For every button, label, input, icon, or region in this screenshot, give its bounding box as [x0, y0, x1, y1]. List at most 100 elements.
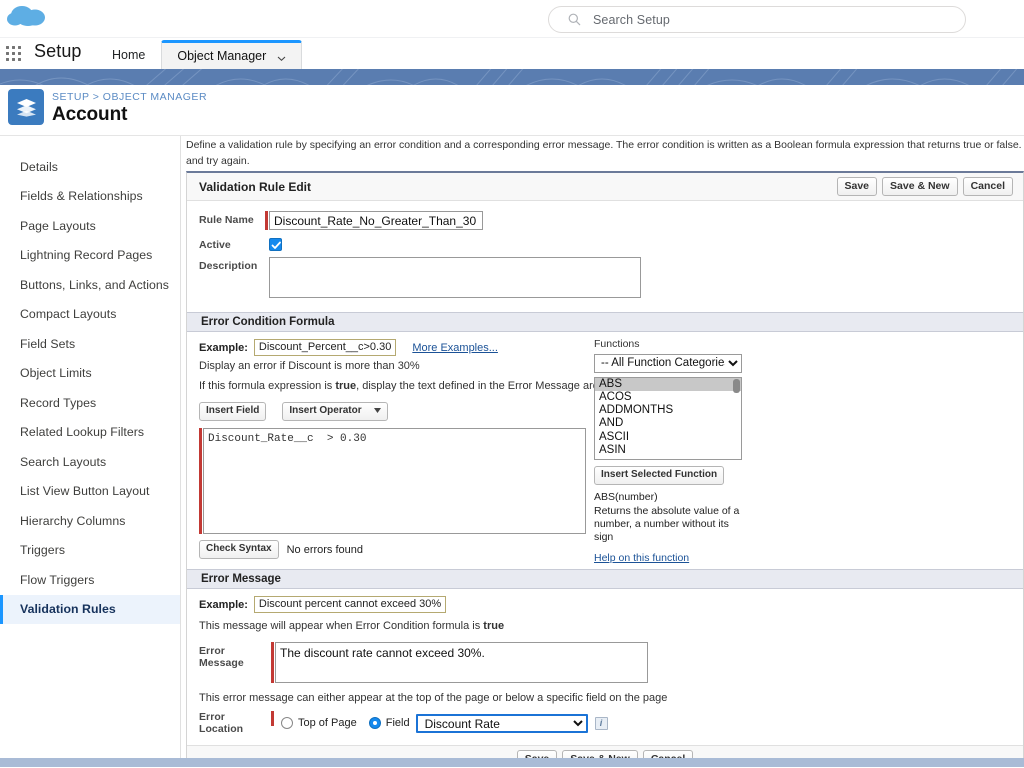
function-option-ascii[interactable]: ASCII — [595, 431, 741, 444]
sidebar-item-label: Field Sets — [20, 336, 76, 351]
required-indicator — [265, 211, 268, 230]
sidebar-item-field-sets[interactable]: Field Sets — [0, 329, 180, 359]
sidebar-item-label: Buttons, Links, and Actions — [20, 277, 170, 292]
radio-field[interactable] — [368, 717, 381, 729]
insert-operator-button[interactable]: Insert Operator — [282, 402, 388, 421]
radio-field-label[interactable]: Field — [386, 717, 410, 729]
sidebar-item-hierarchy-columns[interactable]: Hierarchy Columns — [0, 506, 180, 536]
radio-top-of-page[interactable] — [281, 717, 293, 729]
app-launcher-waffle-icon[interactable] — [6, 46, 24, 62]
sidebar-item-label: Record Types — [20, 395, 97, 410]
formula-textarea[interactable]: Discount_Rate__c > 0.30 — [203, 428, 586, 534]
sidebar-item-label: Validation Rules — [20, 602, 116, 617]
decorative-blue-banner — [0, 69, 1024, 85]
sidebar-item-label: Search Layouts — [20, 454, 107, 469]
sidebar-item-details[interactable]: Details — [0, 152, 180, 182]
help-on-this-function-link[interactable]: Help on this function — [594, 552, 689, 564]
body-container: Details Fields & Relationships Page Layo… — [0, 136, 1024, 767]
sidebar-item-label: Flow Triggers — [20, 572, 95, 587]
function-category-select[interactable]: -- All Function Categories -- — [594, 353, 742, 373]
setup-nav-bar: Setup Home Object Manager — [0, 38, 1024, 69]
intro-line-2: and try again. — [186, 155, 250, 167]
object-header: SETUP > OBJECT MANAGER Account — [0, 85, 1024, 136]
sidebar-item-flow-triggers[interactable]: Flow Triggers — [0, 565, 180, 595]
error-condition-section-title: Error Condition Formula — [201, 316, 335, 328]
panel-header-actions: Save Save & New Cancel — [836, 177, 1013, 196]
active-checkbox[interactable] — [269, 238, 282, 251]
insert-field-button[interactable]: Insert Field — [199, 402, 267, 421]
object-sidebar-nav: Details Fields & Relationships Page Layo… — [0, 136, 181, 767]
sidebar-item-triggers[interactable]: Triggers — [0, 536, 180, 566]
formula-true-note-bold: true — [335, 380, 357, 392]
function-option-addmonths[interactable]: ADDMONTHS — [595, 404, 741, 417]
sidebar-item-label: List View Button Layout — [20, 484, 150, 499]
radio-top-of-page-label[interactable]: Top of Page — [298, 717, 357, 729]
error-message-textarea[interactable]: The discount rate cannot exceed 30%. — [275, 642, 648, 683]
sidebar-item-record-types[interactable]: Record Types — [0, 388, 180, 418]
caret-down-icon — [373, 405, 381, 417]
sidebar-item-label: Triggers — [20, 543, 66, 558]
intro-line-1: Define a validation rule by specifying a… — [186, 139, 1024, 151]
error-location-label: Error Location — [199, 711, 244, 735]
functions-panel: Functions -- All Function Categories -- … — [594, 338, 764, 566]
sidebar-item-compact-layouts[interactable]: Compact Layouts — [0, 300, 180, 330]
functions-label: Functions — [594, 338, 640, 350]
description-textarea[interactable] — [269, 257, 641, 298]
save-button[interactable]: Save — [836, 177, 878, 196]
error-message-example-row: Example: Discount percent cannot exceed … — [187, 596, 1023, 613]
rule-name-input[interactable] — [269, 211, 483, 230]
panel-title: Validation Rule Edit — [199, 179, 312, 194]
active-label: Active — [199, 239, 231, 251]
salesforce-cloud-logo[interactable] — [6, 2, 58, 34]
more-examples-link[interactable]: More Examples... — [412, 342, 498, 354]
rule-name-row: Rule Name — [187, 211, 1023, 230]
sidebar-item-lightning-record-pages[interactable]: Lightning Record Pages — [0, 241, 180, 271]
sidebar-item-object-limits[interactable]: Object Limits — [0, 359, 180, 389]
error-location-row: Error Location Top of Page Field Discoun… — [187, 711, 1023, 735]
sidebar-item-search-layouts[interactable]: Search Layouts — [0, 447, 180, 477]
tab-home[interactable]: Home — [96, 40, 162, 69]
sidebar-item-related-lookup-filters[interactable]: Related Lookup Filters — [0, 418, 180, 448]
sidebar-item-validation-rules[interactable]: Validation Rules — [0, 594, 180, 624]
tab-object-manager[interactable]: Object Manager — [161, 40, 303, 69]
function-option-acos[interactable]: ACOS — [595, 391, 741, 404]
formula-example-value: Discount_Percent__c>0.30 — [253, 339, 397, 356]
error-location-note: This error message can either appear at … — [199, 692, 668, 704]
error-message-row: Error Message The discount rate cannot e… — [187, 642, 1023, 683]
sidebar-item-label: Object Limits — [20, 366, 92, 381]
error-message-label: Error Message — [199, 645, 244, 669]
error-message-section-title: Error Message — [201, 573, 281, 585]
sidebar-item-label: Page Layouts — [20, 218, 96, 233]
info-icon[interactable]: i — [594, 716, 608, 730]
sidebar-item-page-layouts[interactable]: Page Layouts — [0, 211, 180, 241]
error-condition-section-body: Example: Discount_Percent__c>0.30 More E… — [187, 332, 1023, 569]
sidebar-item-fields-relationships[interactable]: Fields & Relationships — [0, 182, 180, 212]
function-option-abs[interactable]: ABS — [595, 377, 741, 391]
function-description: Returns the absolute value of a number, … — [594, 504, 740, 543]
formula-true-note-after: , display the text defined in the Error … — [356, 380, 605, 392]
function-signature: ABS(number) — [594, 490, 658, 503]
sidebar-item-buttons-links-actions[interactable]: Buttons, Links, and Actions — [0, 270, 180, 300]
setup-tabs: Home Object Manager — [96, 40, 303, 69]
cancel-button[interactable]: Cancel — [962, 177, 1013, 196]
intro-description: Define a validation rule by specifying a… — [186, 138, 1024, 169]
global-search-box[interactable]: Search Setup — [548, 6, 966, 33]
function-option-and[interactable]: AND — [595, 417, 741, 430]
appear-note-bold: true — [483, 620, 505, 632]
functions-list-scrollbar[interactable] — [733, 378, 740, 393]
functions-listbox[interactable]: ABS ACOS ADDMONTHS AND ASCII ASIN — [594, 376, 742, 460]
global-header: Search Setup — [0, 0, 1024, 38]
insert-selected-function-button[interactable]: Insert Selected Function — [594, 465, 725, 485]
error-location-field-select[interactable]: Discount Rate — [415, 713, 588, 733]
active-row: Active — [187, 236, 1023, 251]
chevron-down-icon[interactable] — [277, 52, 286, 61]
rule-name-label: Rule Name — [199, 214, 254, 226]
check-syntax-button[interactable]: Check Syntax — [199, 540, 279, 559]
search-input[interactable]: Search Setup — [593, 13, 670, 27]
formula-true-note-before: If this formula expression is — [199, 380, 336, 392]
save-and-new-button[interactable]: Save & New — [882, 177, 958, 196]
function-option-asin[interactable]: ASIN — [595, 444, 741, 457]
breadcrumb[interactable]: SETUP > OBJECT MANAGER — [52, 91, 207, 103]
sidebar-item-list-view-button-layout[interactable]: List View Button Layout — [0, 477, 180, 507]
setup-title: Setup — [34, 41, 82, 61]
